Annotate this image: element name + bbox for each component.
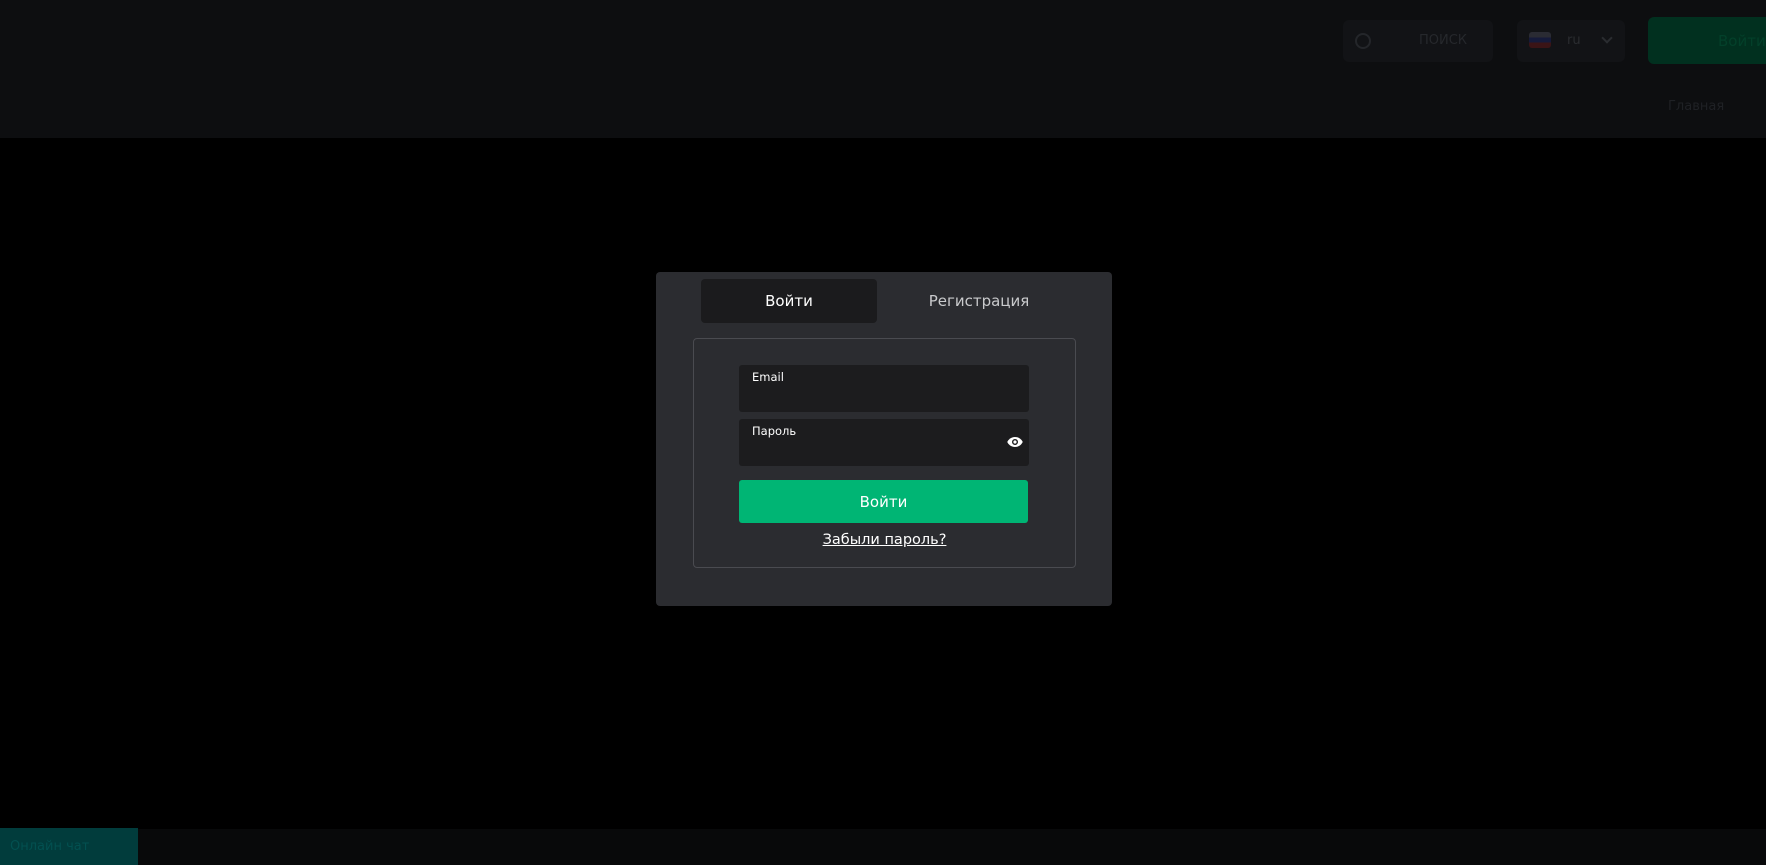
auth-tabs: Войти Регистрация [701, 279, 1071, 323]
header-login-button: Войти [1648, 17, 1766, 64]
header-search: ПОИСК [1343, 20, 1493, 62]
site-footer [0, 829, 1766, 865]
email-input[interactable] [752, 387, 992, 407]
header-search-label: ПОИСК [1419, 33, 1468, 48]
language-selector: ru [1517, 20, 1625, 62]
tab-register[interactable]: Регистрация [889, 279, 1069, 323]
page: ПОИСК ru Войти Главная Онлайн чат Войти … [0, 0, 1766, 865]
language-label: ru [1567, 33, 1581, 48]
password-input[interactable] [752, 441, 992, 461]
auth-modal: Войти Регистрация Email Пароль Войти Заб… [656, 272, 1112, 606]
site-header: ПОИСК ru Войти Главная [0, 0, 1766, 138]
eye-icon[interactable] [1007, 436, 1023, 448]
email-field[interactable]: Email [739, 365, 1029, 412]
login-submit-button[interactable]: Войти [739, 480, 1028, 523]
password-field[interactable]: Пароль [739, 419, 1029, 466]
forgot-password-link[interactable]: Забыли пароль? [694, 532, 1075, 548]
password-label: Пароль [752, 424, 797, 438]
tab-login[interactable]: Войти [701, 279, 877, 323]
login-form: Email Пароль Войти Забыли пароль? [693, 338, 1076, 568]
flag-icon [1529, 32, 1551, 48]
search-icon [1355, 33, 1371, 49]
chevron-down-icon [1601, 32, 1613, 44]
header-subnav-label: Главная [1668, 99, 1725, 114]
chat-widget: Онлайн чат [0, 828, 138, 865]
chat-label: Онлайн чат [10, 839, 90, 854]
header-login-label: Войти [1718, 32, 1766, 50]
email-label: Email [752, 370, 784, 384]
